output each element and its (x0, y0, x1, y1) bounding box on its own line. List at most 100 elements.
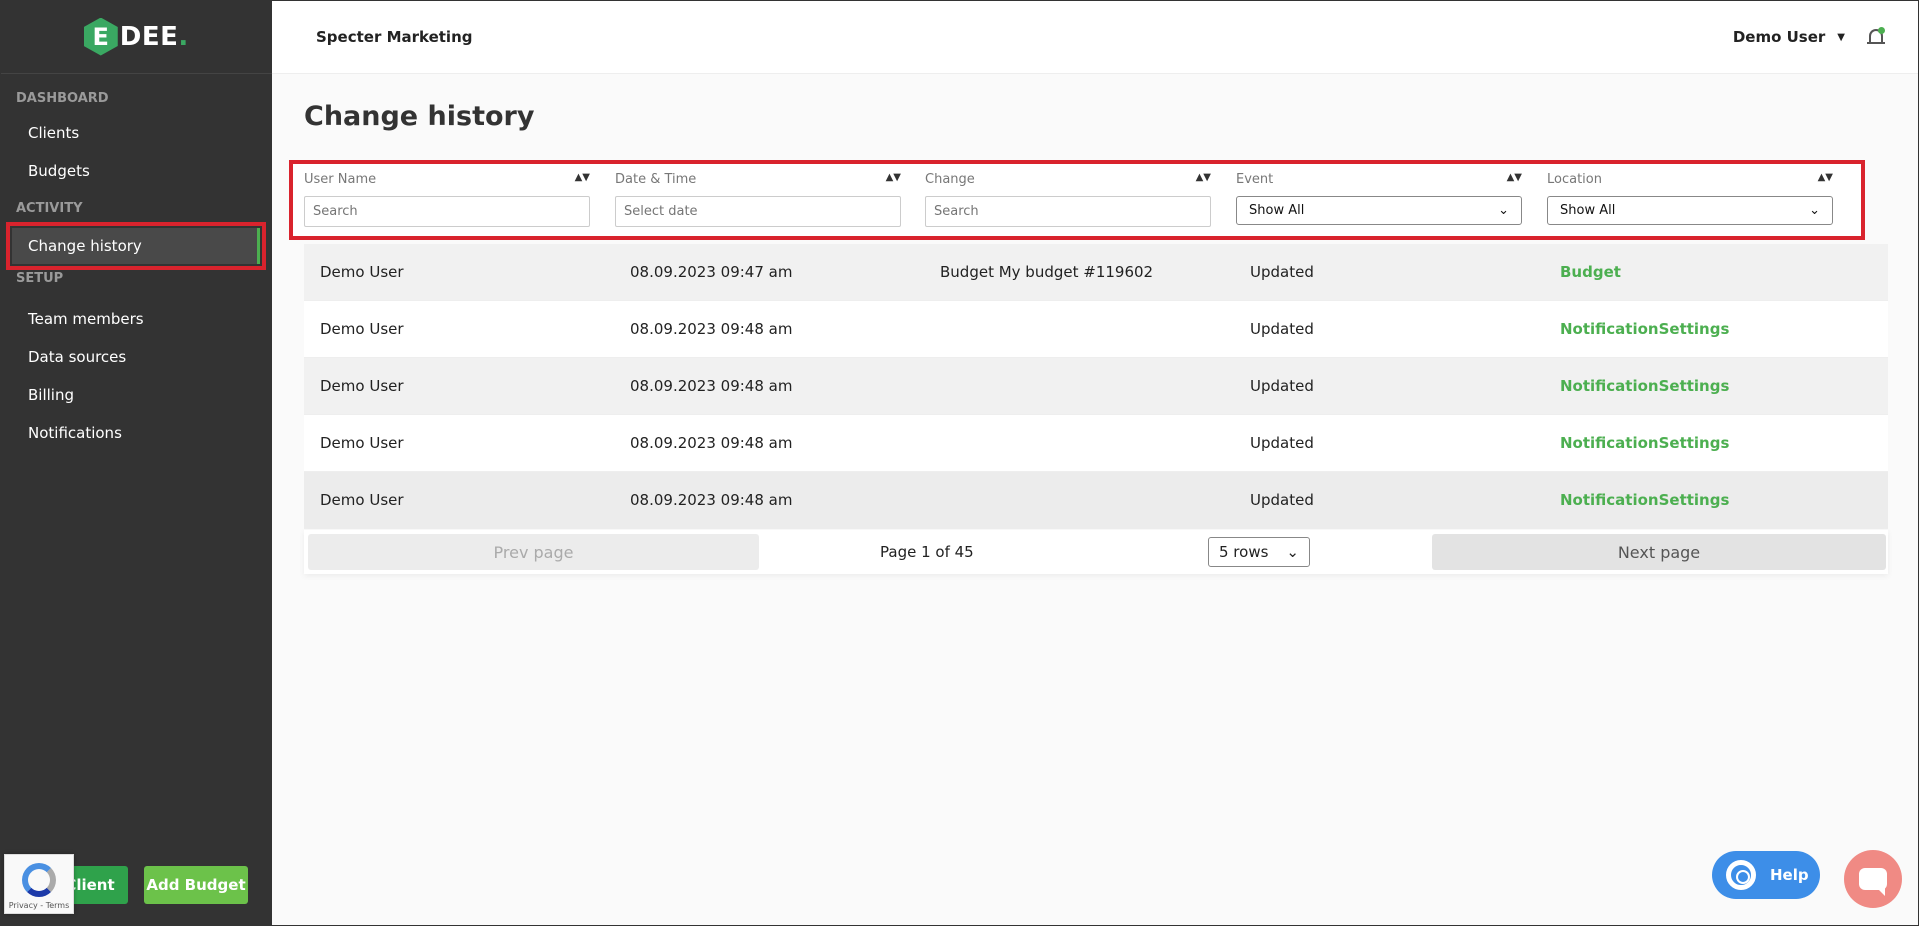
column-header-location[interactable]: Location ▲▼ (1547, 172, 1833, 190)
rows-per-page-select[interactable]: 5 rows ⌄ (1208, 537, 1310, 567)
logo[interactable]: E DEE . (83, 17, 189, 56)
help-label: Help (1770, 866, 1809, 884)
cell-datetime: 08.09.2023 09:48 am (630, 434, 793, 452)
chevron-down-icon: ⌄ (1809, 203, 1820, 218)
cell-event: Updated (1250, 377, 1314, 395)
sidebar: E DEE . DASHBOARD Clients Budgets ACTIVI… (0, 0, 272, 926)
page-info: Page 1 of 45 (880, 543, 974, 561)
chevron-down-icon: ⌄ (1498, 203, 1509, 218)
cell-datetime: 08.09.2023 09:48 am (630, 377, 793, 395)
cell-location-link[interactable]: NotificationSettings (1544, 377, 1854, 395)
cell-event: Updated (1250, 320, 1314, 338)
bell-icon[interactable] (1867, 26, 1885, 48)
cell-datetime: 08.09.2023 09:47 am (630, 263, 793, 281)
change-search-input[interactable] (925, 196, 1211, 227)
table-row: Demo User 08.09.2023 09:48 am Updated No… (304, 301, 1888, 358)
sidebar-item-budgets[interactable]: Budgets (0, 152, 272, 190)
recaptcha-icon (22, 863, 56, 897)
select-value: Show All (1560, 203, 1616, 218)
cell-event: Updated (1250, 263, 1314, 281)
sidebar-item-notifications[interactable]: Notifications (0, 414, 272, 452)
sort-icon[interactable]: ▲▼ (575, 172, 590, 190)
next-page-button[interactable]: Next page (1432, 534, 1886, 570)
notification-dot (1878, 27, 1885, 34)
cell-location-link[interactable]: NotificationSettings (1544, 320, 1854, 338)
logo-dot: . (178, 21, 189, 52)
date-picker-input[interactable] (615, 196, 901, 227)
column-header-date-time[interactable]: Date & Time ▲▼ (615, 172, 901, 190)
cell-location-link[interactable]: Budget (1544, 263, 1854, 281)
nav-section-setup: SETUP (16, 271, 64, 286)
event-select[interactable]: Show All ⌄ (1236, 196, 1522, 225)
logo-text: DEE (119, 21, 179, 52)
table-row: Demo User 08.09.2023 09:48 am Updated No… (304, 472, 1888, 529)
location-select[interactable]: Show All ⌄ (1547, 196, 1833, 225)
topbar: Specter Marketing Demo User ▼ (272, 0, 1919, 74)
cell-user: Demo User (320, 263, 404, 281)
sort-icon[interactable]: ▲▼ (1818, 172, 1833, 190)
nav-section-dashboard: DASHBOARD (16, 91, 109, 106)
sidebar-item-change-history[interactable]: Change history (6, 222, 266, 270)
sort-icon[interactable]: ▲▼ (1196, 172, 1211, 190)
filter-bar: User Name ▲▼ Date & Time ▲▼ Change ▲▼ Ev… (289, 160, 1865, 240)
column-header-user-name[interactable]: User Name ▲▼ (304, 172, 590, 190)
sidebar-item-data-sources[interactable]: Data sources (0, 338, 272, 376)
select-value: 5 rows (1219, 543, 1269, 561)
filter-user-name: User Name ▲▼ (304, 172, 590, 227)
table-row: Demo User 08.09.2023 09:47 am Budget My … (304, 244, 1888, 301)
cell-user: Demo User (320, 320, 404, 338)
table-row: Demo User 08.09.2023 09:48 am Updated No… (304, 415, 1888, 472)
column-header-event[interactable]: Event ▲▼ (1236, 172, 1522, 190)
filter-date-time: Date & Time ▲▼ (615, 172, 901, 227)
filter-label: Change (925, 172, 975, 187)
cell-event: Updated (1250, 491, 1314, 509)
filter-event: Event ▲▼ Show All ⌄ (1236, 172, 1522, 225)
help-button[interactable]: Help (1712, 851, 1820, 899)
nav-list-dashboard: Clients Budgets (0, 114, 272, 190)
cell-location-link[interactable]: NotificationSettings (1544, 491, 1854, 509)
cell-datetime: 08.09.2023 09:48 am (630, 320, 793, 338)
filter-label: Location (1547, 172, 1602, 187)
sidebar-item-team-members[interactable]: Team members (0, 300, 272, 338)
cell-user: Demo User (320, 491, 404, 509)
cell-change: Budget My budget #119602 (940, 263, 1154, 281)
nav-list-setup: Team members Data sources Billing Notifi… (0, 300, 272, 452)
lifebuoy-icon (1726, 860, 1756, 890)
bell-base (1867, 42, 1885, 44)
pagination: Prev page Page 1 of 45 5 rows ⌄ Next pag… (304, 530, 1888, 574)
user-name: Demo User (1732, 28, 1826, 46)
cell-user: Demo User (320, 377, 404, 395)
cell-location-link[interactable]: NotificationSettings (1544, 434, 1854, 452)
filter-label: User Name (304, 172, 377, 187)
add-budget-button[interactable]: Add Budget (144, 866, 248, 904)
chevron-down-icon: ⌄ (1286, 543, 1299, 561)
sidebar-item-clients[interactable]: Clients (0, 114, 272, 152)
logo-hexagon: E (83, 17, 118, 56)
sidebar-item-billing[interactable]: Billing (0, 376, 272, 414)
chat-bubble-icon (1859, 868, 1887, 896)
company-name: Specter Marketing (316, 28, 473, 46)
filter-label: Date & Time (615, 172, 697, 187)
table-row: Demo User 08.09.2023 09:48 am Updated No… (304, 358, 1888, 415)
recaptcha-links[interactable]: Privacy - Terms (9, 901, 70, 910)
page-title: Change history (304, 101, 535, 132)
sort-icon[interactable]: ▲▼ (1507, 172, 1522, 190)
nav-list-activity: Change history (0, 222, 272, 270)
recaptcha-badge[interactable]: Privacy - Terms (4, 854, 74, 914)
user-menu[interactable]: Demo User ▼ (1733, 28, 1845, 46)
nav-section-activity: ACTIVITY (16, 201, 83, 216)
cell-datetime: 08.09.2023 09:48 am (630, 491, 793, 509)
prev-page-button[interactable]: Prev page (308, 534, 759, 570)
filter-change: Change ▲▼ (925, 172, 1211, 227)
sort-icon[interactable]: ▲▼ (886, 172, 901, 190)
cell-event: Updated (1250, 434, 1314, 452)
chat-button[interactable] (1844, 850, 1902, 908)
filter-location: Location ▲▼ Show All ⌄ (1547, 172, 1833, 225)
user-name-search-input[interactable] (304, 196, 590, 227)
select-value: Show All (1249, 203, 1305, 218)
logo-area: E DEE . (0, 0, 272, 74)
column-header-change[interactable]: Change ▲▼ (925, 172, 1211, 190)
filter-label: Event (1236, 172, 1274, 187)
cell-user: Demo User (320, 434, 404, 452)
caret-down-icon: ▼ (1837, 31, 1845, 43)
